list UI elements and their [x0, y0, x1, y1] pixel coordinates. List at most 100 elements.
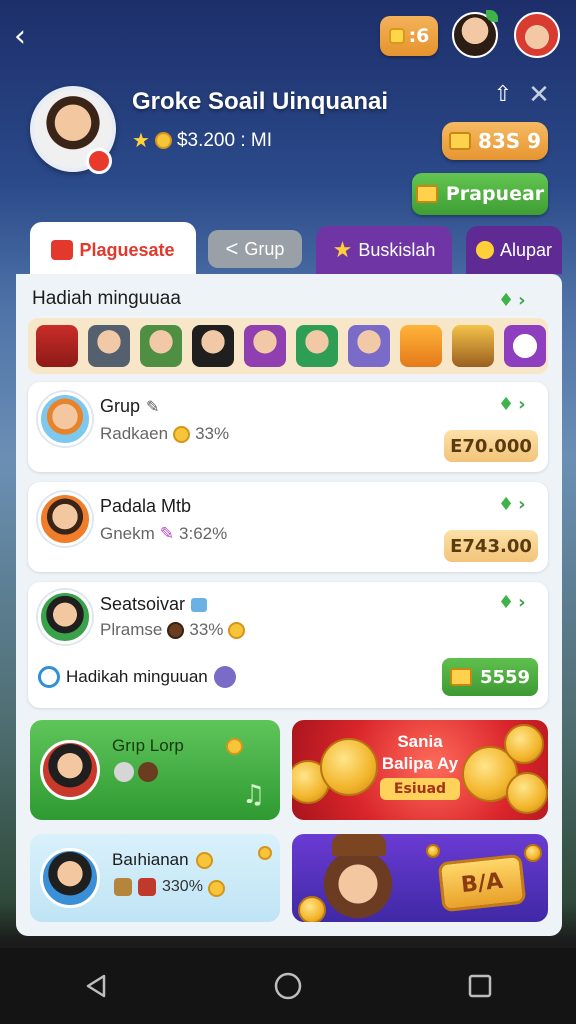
card-sub: Gnekm ✎ 3:62% [100, 524, 227, 544]
card-title: Padala Mtb [100, 496, 191, 517]
coin-icon [426, 844, 440, 858]
group-card[interactable]: Grup ✎ Radkaen 33% ♦ › E70.000 [28, 382, 548, 472]
profile-stat-text: $3.200 : MI [176, 129, 272, 151]
tab-alupar[interactable]: Alupar [466, 226, 562, 274]
face-icon [167, 621, 185, 639]
pen-icon: ✎ [159, 524, 175, 543]
tab-plaguesate[interactable]: Plaguesate [30, 222, 196, 278]
card-amount[interactable]: 5559 [442, 658, 538, 696]
coin-icon [524, 844, 542, 862]
card-title-text: Seatsoivar [100, 594, 186, 614]
reward-item[interactable] [504, 325, 546, 367]
tab-grup[interactable]: < Grup [208, 230, 302, 268]
card-more[interactable]: ♦ › [498, 394, 526, 415]
seatsoivar-card[interactable]: Seatsoivar Plramse 33% ♦ › Hadikah mingu… [28, 582, 548, 708]
reward-item[interactable] [400, 325, 442, 367]
share-icon[interactable]: ⇧ [490, 82, 516, 108]
reward-item[interactable] [36, 325, 78, 367]
coin-icon [258, 846, 272, 860]
player-avatar[interactable] [514, 12, 560, 58]
chevron-right-icon: › [518, 290, 526, 311]
card-avatar [38, 590, 92, 644]
token-counter[interactable]: :6 [380, 16, 438, 56]
coin-icon [196, 852, 213, 869]
close-icon[interactable]: ✕ [526, 80, 552, 110]
card-stat: 33% [189, 620, 224, 639]
reward-item[interactable] [192, 325, 234, 367]
hat-icon [332, 834, 386, 856]
promo-title-2: Balipa Ay [381, 754, 459, 773]
coin-icon [228, 621, 246, 639]
nav-back-icon[interactable] [76, 966, 116, 1006]
profile-name: Groke Soail Uinquanai [132, 88, 389, 115]
rewards-more[interactable]: ♦ › [498, 290, 526, 311]
chevron-right-icon: › [518, 394, 526, 415]
prapuear-label: Prapuear [445, 183, 545, 205]
prapuear-button[interactable]: Prapuear [412, 173, 548, 215]
card-avatar [38, 392, 92, 446]
promo-title: Baıhianan [112, 850, 189, 869]
coin-icon [226, 738, 243, 755]
reward-item[interactable] [296, 325, 338, 367]
back-icon[interactable]: ‹ [14, 20, 44, 54]
star-icon: ★ [332, 237, 353, 262]
coin-icon [173, 425, 191, 443]
promo-stat: 330% [162, 878, 203, 895]
chest-icon [448, 132, 471, 150]
star-icon: ★ [132, 130, 150, 152]
reward-item[interactable] [452, 325, 494, 367]
balance-badge[interactable]: 83S 9 [442, 122, 548, 160]
nav-recents-icon[interactable] [460, 966, 500, 1006]
card-more[interactable]: ♦ › [498, 592, 526, 613]
balance-value: 83S 9 [477, 129, 542, 153]
gem-icon: ♦ [498, 290, 515, 311]
card-amount-value: 5559 [479, 666, 531, 688]
promo-red-tile[interactable]: Sania Balipa Ay Esiuad [292, 720, 548, 820]
card-footer: Hadikah minguuan [38, 666, 236, 688]
tab-label: Plaguesate [79, 239, 175, 260]
tab-label: Grup [244, 238, 285, 259]
card-sub-label: Plramse [100, 620, 163, 639]
promo-green-tile[interactable]: Grıp Lorp ♫ [30, 720, 280, 820]
edit-icon[interactable]: ✎ [146, 397, 159, 417]
card-amount[interactable]: E70.000 [444, 430, 538, 462]
reward-item[interactable] [244, 325, 286, 367]
gift-box-icon [415, 185, 438, 203]
rewards-strip [28, 318, 548, 374]
promo-avatar [40, 740, 100, 800]
card-sub-label: Radkaen [100, 424, 169, 443]
card-sub-label: Gnekm [100, 524, 155, 543]
card-amount[interactable]: E743.00 [444, 530, 538, 562]
coin-icon [208, 880, 225, 897]
tab-buskislah[interactable]: ★ Buskislah [316, 226, 452, 274]
padala-card[interactable]: Padala Mtb Gnekm ✎ 3:62% ♦ › E743.00 [28, 482, 548, 572]
coin-icon [506, 772, 548, 814]
promo-blue-tile[interactable]: Baıhianan 330% [30, 834, 280, 922]
reward-item[interactable] [88, 325, 130, 367]
promo-purple-tile[interactable]: B/A [292, 834, 548, 922]
alarm-badge-icon [86, 148, 112, 174]
flag-icon [51, 240, 74, 260]
card-title-text: Grup [100, 396, 141, 416]
nav-home-icon[interactable] [268, 966, 308, 1006]
tab-label: Buskislah [358, 239, 436, 260]
promo-avatar [40, 848, 100, 908]
card-sub: Plramse 33% [100, 620, 246, 640]
promo-button[interactable]: Esiuad [380, 778, 460, 800]
promo-title: Grıp Lorp [112, 736, 184, 755]
reward-item[interactable] [140, 325, 182, 367]
card-title-text: Padala Mtb [100, 496, 192, 516]
gem-icon: ♦ [498, 494, 515, 515]
rewards-title: Hadiah minguuaa [32, 288, 181, 309]
card-title: Seatsoivar [100, 594, 208, 615]
reward-item[interactable] [348, 325, 390, 367]
chevron-right-icon: › [518, 592, 526, 613]
share-arrow-icon: < [225, 236, 239, 261]
card-icon [191, 597, 208, 612]
mini-avatar [114, 762, 134, 782]
card-title: Grup ✎ [100, 396, 159, 417]
card-more[interactable]: ♦ › [498, 494, 526, 515]
card-stat: 3:62% [179, 524, 228, 543]
gem-icon: ♦ [498, 394, 515, 415]
mini-avatar [138, 762, 158, 782]
